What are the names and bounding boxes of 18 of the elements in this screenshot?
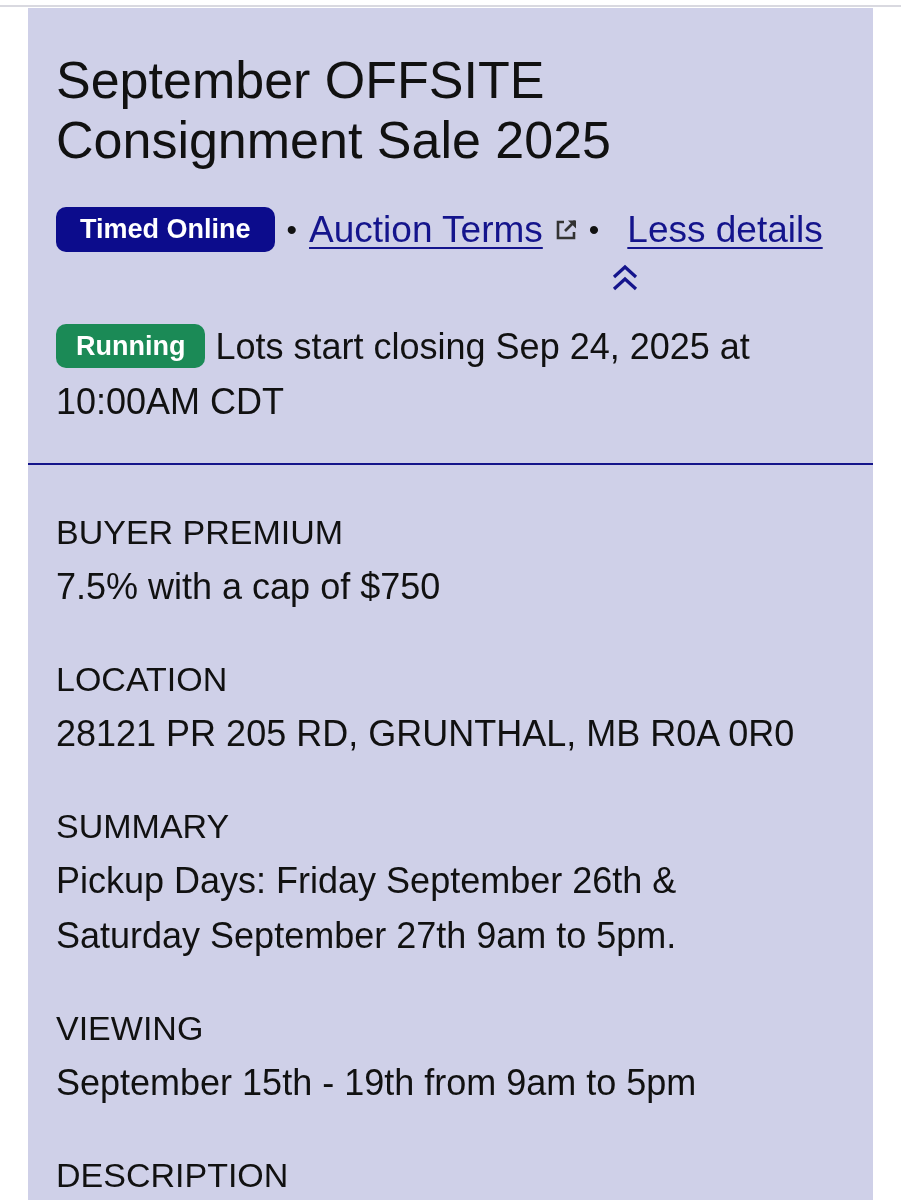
detail-value: 28121 PR 205 RD, GRUNTHAL, MB R0A 0R0 bbox=[56, 712, 796, 756]
detail-value: 7.5% with a cap of $750 bbox=[56, 565, 442, 609]
format-badge: Timed Online bbox=[56, 207, 275, 252]
separator-dot: • bbox=[286, 212, 298, 248]
detail-label: BUYER PREMIUM bbox=[56, 512, 345, 553]
detail-label: VIEWING bbox=[56, 1008, 205, 1049]
detail-label: SUMMARY bbox=[56, 806, 231, 847]
double-chevron-up-icon[interactable] bbox=[611, 264, 640, 292]
detail-value: Pickup Days: Friday September 26th & Saturday September 27th 9am to 5pm. bbox=[56, 859, 678, 958]
status-badge: Running bbox=[56, 324, 206, 368]
closing-time-text: Running Lots start closing Sep 24, 2025 at 10:00AM CDT bbox=[56, 323, 751, 424]
sale-title: September OFFSITE Consignment Sale 2025 bbox=[56, 50, 613, 170]
separator-dot: • bbox=[588, 212, 600, 248]
detail-label: DESCRIPTION bbox=[56, 1155, 290, 1196]
terms-link[interactable]: Auction Terms bbox=[309, 207, 577, 252]
less-details-link[interactable]: Less details bbox=[627, 207, 823, 252]
detail-value: September 15th - 19th from 9am to 5pm bbox=[56, 1061, 698, 1105]
detail-label: LOCATION bbox=[56, 659, 229, 700]
